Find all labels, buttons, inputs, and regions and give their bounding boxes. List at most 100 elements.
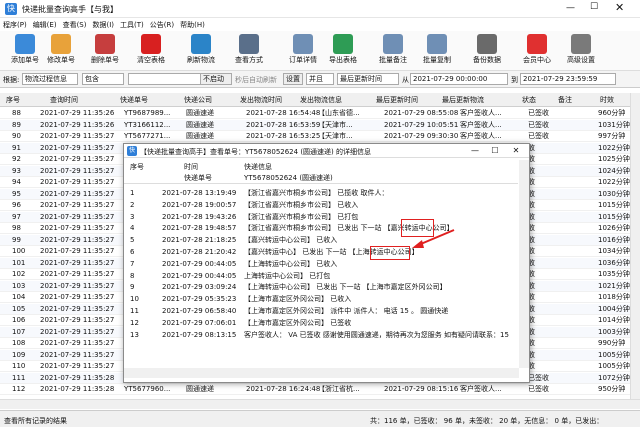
cell-q: 2021-07-29 11:35:27: [40, 270, 115, 278]
column-header[interactable]: 查询时间: [50, 95, 78, 105]
edit-tracking-button[interactable]: 修改单号: [40, 34, 82, 68]
event-time: 2021-07-29 05:35:23: [162, 295, 237, 304]
event-info: 【上海转运中心公司】 已发出 下一站 【上海市嘉定区外冈公司】: [244, 283, 447, 292]
order-detail-button[interactable]: 订单详情: [282, 34, 324, 68]
auto-refresh-button[interactable]: 不启动: [200, 73, 232, 85]
to-datetime[interactable]: 2021-07-29 23:59:59: [520, 73, 616, 85]
batch-copy-button[interactable]: 批量复制: [416, 34, 458, 68]
batch-note-button[interactable]: 批量备注: [372, 34, 414, 68]
tracking-event-row[interactable]: 5 2021-07-28 21:18:25 【嘉兴转运中心公司】 已收入: [124, 235, 518, 246]
column-header[interactable]: 状态: [522, 95, 536, 105]
dialog-maximize-button[interactable]: ☐: [486, 145, 504, 156]
column-header[interactable]: 发出物流信息: [300, 95, 342, 105]
cell-n: 93: [12, 166, 21, 175]
menu-notice[interactable]: 公告(R): [147, 18, 177, 32]
menu-data[interactable]: 数据(I): [89, 18, 117, 32]
delete-tracking-label: 删除单号: [91, 56, 119, 64]
event-time: 2021-07-28 19:48:57: [162, 224, 237, 233]
settings-button[interactable]: 设置: [283, 73, 303, 85]
maximize-button[interactable]: ☐: [590, 2, 598, 12]
menu-help[interactable]: 帮助(H): [177, 18, 208, 32]
column-header[interactable]: 时效: [600, 95, 614, 105]
table-horizontal-scrollbar[interactable]: [0, 399, 640, 409]
dialog-vertical-scrollbar[interactable]: [519, 160, 529, 368]
table-row[interactable]: 90 2021-07-29 11:35:27 YT5677271... 圆通速递 202…: [0, 131, 640, 142]
cell-e: 1072分钟: [598, 373, 630, 382]
cell-lt: 2021-07-29 10:05:51: [384, 120, 459, 129]
backup-data-icon: [477, 34, 497, 54]
menu-bar: 程序(P) 编辑(E) 查看(S) 数据(I) 工具(T) 公告(R) 帮助(H): [0, 18, 640, 31]
refresh-logistics-button[interactable]: 刷新物流: [180, 34, 222, 68]
clear-table-button[interactable]: 清空表格: [130, 34, 172, 68]
cell-e: 1021分钟: [598, 281, 630, 290]
menu-tools[interactable]: 工具(T): [117, 18, 147, 32]
cell-st: 2021-07-28 16:24:48: [246, 385, 321, 393]
column-header[interactable]: 快递单号: [120, 95, 148, 105]
event-number: 12: [130, 318, 139, 327]
refresh-logistics-label: 刷新物流: [187, 56, 215, 64]
event-number: 7: [130, 259, 135, 268]
tracking-event-row[interactable]: 10 2021-07-29 05:35:23 【上海市嘉定区外冈公司】 已收入: [124, 294, 518, 305]
column-header[interactable]: 最后更新物流: [442, 95, 484, 105]
menu-program[interactable]: 程序(P): [0, 18, 30, 32]
cell-st: 2021-07-28 16:53:25: [246, 132, 321, 140]
dialog-minimize-button[interactable]: —: [466, 145, 484, 156]
logic-select[interactable]: 并且: [306, 73, 334, 85]
cell-e: 1036分钟: [598, 258, 630, 267]
tracking-event-row[interactable]: 13 2021-07-29 08:13:15 客户签收人： VA 已签收 感谢使用圆…: [124, 330, 518, 341]
column-header[interactable]: 备注: [558, 95, 572, 105]
column-header[interactable]: 快递公司: [184, 95, 212, 105]
view-mode-button[interactable]: 查看方式: [228, 34, 270, 68]
filter-field-select[interactable]: 物流过程信息: [22, 73, 78, 85]
column-header[interactable]: 发出物流时间: [240, 95, 282, 105]
time-field-select[interactable]: 最后更新时间: [337, 73, 399, 85]
minimize-button[interactable]: —: [566, 3, 575, 13]
cell-no: YT5677960...: [124, 385, 171, 393]
dialog-horizontal-scrollbar[interactable]: [124, 368, 519, 378]
cell-e: 1026分钟: [598, 224, 630, 232]
cell-n: 91: [12, 143, 21, 152]
table-vertical-scrollbar[interactable]: [630, 93, 640, 399]
column-header[interactable]: 序号: [6, 95, 20, 105]
event-time: 2021-07-29 03:09:24: [162, 283, 237, 292]
tracking-event-row[interactable]: 7 2021-07-29 00:44:05 【上海转运中心公司】 已收入: [124, 259, 518, 270]
dialog-close-button[interactable]: ✕: [507, 145, 525, 156]
menu-edit[interactable]: 编辑(E): [30, 18, 60, 32]
advanced-settings-button[interactable]: 高级设置: [560, 34, 602, 68]
tracking-event-row[interactable]: 11 2021-07-29 06:58:40 【上海市嘉定区外冈公司】 派件中 派件…: [124, 306, 518, 317]
filter-op-select[interactable]: 包含: [82, 73, 124, 85]
member-center-icon: [527, 34, 547, 54]
batch-copy-icon: [427, 34, 447, 54]
cell-e: 1022分钟: [598, 143, 630, 152]
backup-data-button[interactable]: 备份数据: [466, 34, 508, 68]
member-center-button[interactable]: 会员中心: [516, 34, 558, 68]
event-time: 2021-07-29 00:44:05: [162, 271, 237, 280]
tracking-event-row[interactable]: 2 2021-07-28 19:00:57 【浙江省嘉兴市桐乡市公司】 已收入: [124, 200, 518, 211]
cell-e: 1034分钟: [598, 247, 630, 255]
column-header[interactable]: 最后更新时间: [376, 95, 418, 105]
cell-q: 2021-07-29 11:35:28: [40, 373, 115, 382]
tracking-event-row[interactable]: 4 2021-07-28 19:48:57 【浙江省嘉兴市桐乡市公司】 已发出 下一…: [124, 223, 518, 234]
dialog-tracking: YT5678052624 (圆通速递): [244, 174, 333, 182]
cell-n: 96: [12, 201, 21, 209]
table-row[interactable]: 89 2021-07-29 11:35:26 YT3166112... 圆通速递 202…: [0, 119, 640, 131]
cell-n: 104: [12, 293, 26, 301]
view-mode-icon: [239, 34, 259, 54]
menu-view[interactable]: 查看(S): [60, 18, 90, 32]
cell-q: 2021-07-29 11:35:27: [40, 143, 115, 152]
tracking-event-row[interactable]: 8 2021-07-29 00:44:05 上海转运中心公司】 已打包: [124, 271, 518, 282]
cell-q: 2021-07-29 11:35:26: [40, 109, 115, 117]
table-row[interactable]: 88 2021-07-29 11:35:26 YT9687989... 圆通速递 202…: [0, 108, 640, 119]
export-table-button[interactable]: 导出表格: [322, 34, 364, 68]
cell-s: 已签收: [528, 385, 549, 393]
tracking-event-row[interactable]: 6 2021-07-28 21:20:42 【嘉兴转运中心】 已发出 下一站 【上海…: [124, 247, 518, 258]
table-row[interactable]: 112 2021-07-29 11:35:28 YT5677960... 圆通速递 20…: [0, 384, 640, 395]
tracking-event-row[interactable]: 9 2021-07-29 03:09:24 【上海转运中心公司】 已发出 下一站 【…: [124, 282, 518, 293]
tracking-event-row[interactable]: 3 2021-07-28 19:43:26 【浙江省嘉兴市桐乡市公司】 已打包: [124, 212, 518, 223]
toolbar: 添加单号 修改单号 删除单号 清空表格 刷新物流 查看方式 订单详情 导出表格 批量备注 批量复制…: [0, 31, 640, 71]
from-datetime[interactable]: 2021-07-29 00:00:00: [410, 73, 508, 85]
tracking-event-row[interactable]: 1 2021-07-28 13:19:49 【浙江省嘉兴市桐乡市公司】 已揽收 取件…: [124, 188, 518, 199]
close-button[interactable]: ✕: [615, 1, 624, 14]
tracking-event-row[interactable]: 12 2021-07-29 07:06:01 【上海市嘉定区外冈公司】 已签收: [124, 318, 518, 329]
delete-tracking-button[interactable]: 删除单号: [84, 34, 126, 68]
